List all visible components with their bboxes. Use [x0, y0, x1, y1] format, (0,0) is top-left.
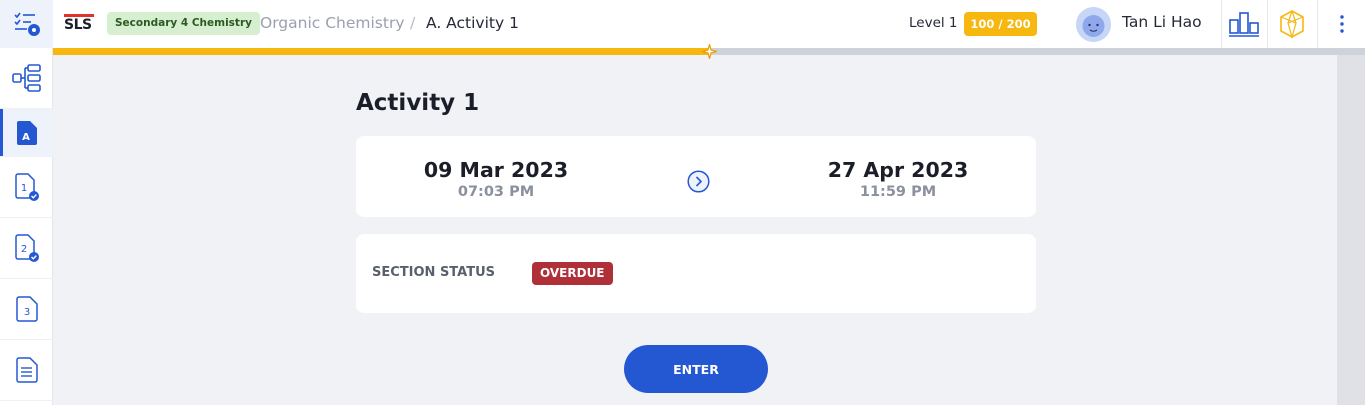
section-status-label: SECTION STATUS	[372, 265, 496, 280]
sidebar-item-label: 3	[23, 307, 29, 318]
enter-button[interactable]: ENTER	[624, 345, 768, 393]
start-date-block: 09 Mar 2023 07:03 PM	[396, 158, 596, 200]
section-document-icon: A	[16, 120, 37, 145]
document-lines-icon	[15, 357, 38, 383]
sidebar-item-activity-3[interactable]: 3	[0, 279, 53, 340]
avatar[interactable]	[1076, 7, 1111, 42]
breadcrumb-separator: /	[410, 14, 416, 32]
end-time: 11:59 PM	[859, 184, 937, 200]
sidebar-item-lesson-map[interactable]	[0, 48, 53, 109]
header-divider	[1221, 0, 1222, 48]
sidebar-item-document[interactable]	[0, 340, 53, 401]
start-date: 09 Mar 2023	[423, 158, 569, 182]
scrollbar-track[interactable]	[1337, 55, 1365, 405]
header-divider	[1267, 0, 1268, 48]
xp-badge: 100 / 200	[964, 12, 1037, 36]
more-menu-button[interactable]	[1325, 8, 1359, 40]
lesson-map-icon	[11, 64, 41, 92]
activity-document-done-icon: 2	[14, 234, 39, 262]
subject-badge: Secondary 4 Chemistry	[107, 12, 260, 35]
leaderboard-button[interactable]	[1227, 8, 1261, 40]
progress-fill	[53, 48, 709, 55]
sparkle-star-icon	[702, 44, 717, 59]
end-date: 27 Apr 2023	[827, 158, 969, 182]
end-date-block: 27 Apr 2023 11:59 PM	[798, 158, 998, 200]
leaderboard-icon	[1229, 12, 1259, 37]
sidebar-item-label: 1	[20, 183, 26, 194]
sidebar-item-activity-2[interactable]: 2	[0, 218, 53, 279]
page-title: Activity 1	[356, 90, 480, 116]
logo-text: SLS	[64, 17, 92, 33]
sidebar-item-section-a[interactable]: A	[0, 109, 53, 157]
section-status-card: SECTION STATUS OVERDUE	[356, 234, 1036, 313]
sidebar: A 1 2 3	[0, 0, 53, 405]
sls-logo[interactable]: SLS	[64, 14, 96, 34]
chevron-right-circle-icon	[687, 170, 710, 193]
breadcrumb-current: A. Activity 1	[426, 14, 519, 32]
activity-document-icon: 3	[15, 296, 38, 322]
schedule-card: 09 Mar 2023 07:03 PM 27 Apr 2023 11:59 P…	[356, 136, 1036, 217]
more-vertical-icon	[1340, 15, 1344, 33]
user-name[interactable]: Tan Li Hao	[1122, 13, 1202, 31]
lesson-progress-bar	[53, 44, 1365, 59]
achievements-button[interactable]	[1275, 8, 1309, 40]
level-label: Level 1	[909, 15, 958, 31]
status-badge: OVERDUE	[532, 262, 613, 285]
header-divider	[1317, 0, 1318, 48]
sidebar-item-label: A	[22, 132, 30, 143]
sidebar-item-activity-1[interactable]: 1	[0, 157, 53, 218]
checklist-settings-icon	[13, 12, 40, 36]
activity-document-done-icon: 1	[14, 173, 39, 201]
sidebar-item-overview[interactable]	[0, 0, 53, 48]
avatar-face-icon	[1076, 7, 1111, 42]
start-time: 07:03 PM	[457, 184, 535, 200]
sidebar-item-label: 2	[20, 244, 26, 255]
breadcrumb-lesson[interactable]: Organic Chemistry	[260, 14, 405, 32]
polyhedron-badge-icon	[1280, 10, 1304, 39]
